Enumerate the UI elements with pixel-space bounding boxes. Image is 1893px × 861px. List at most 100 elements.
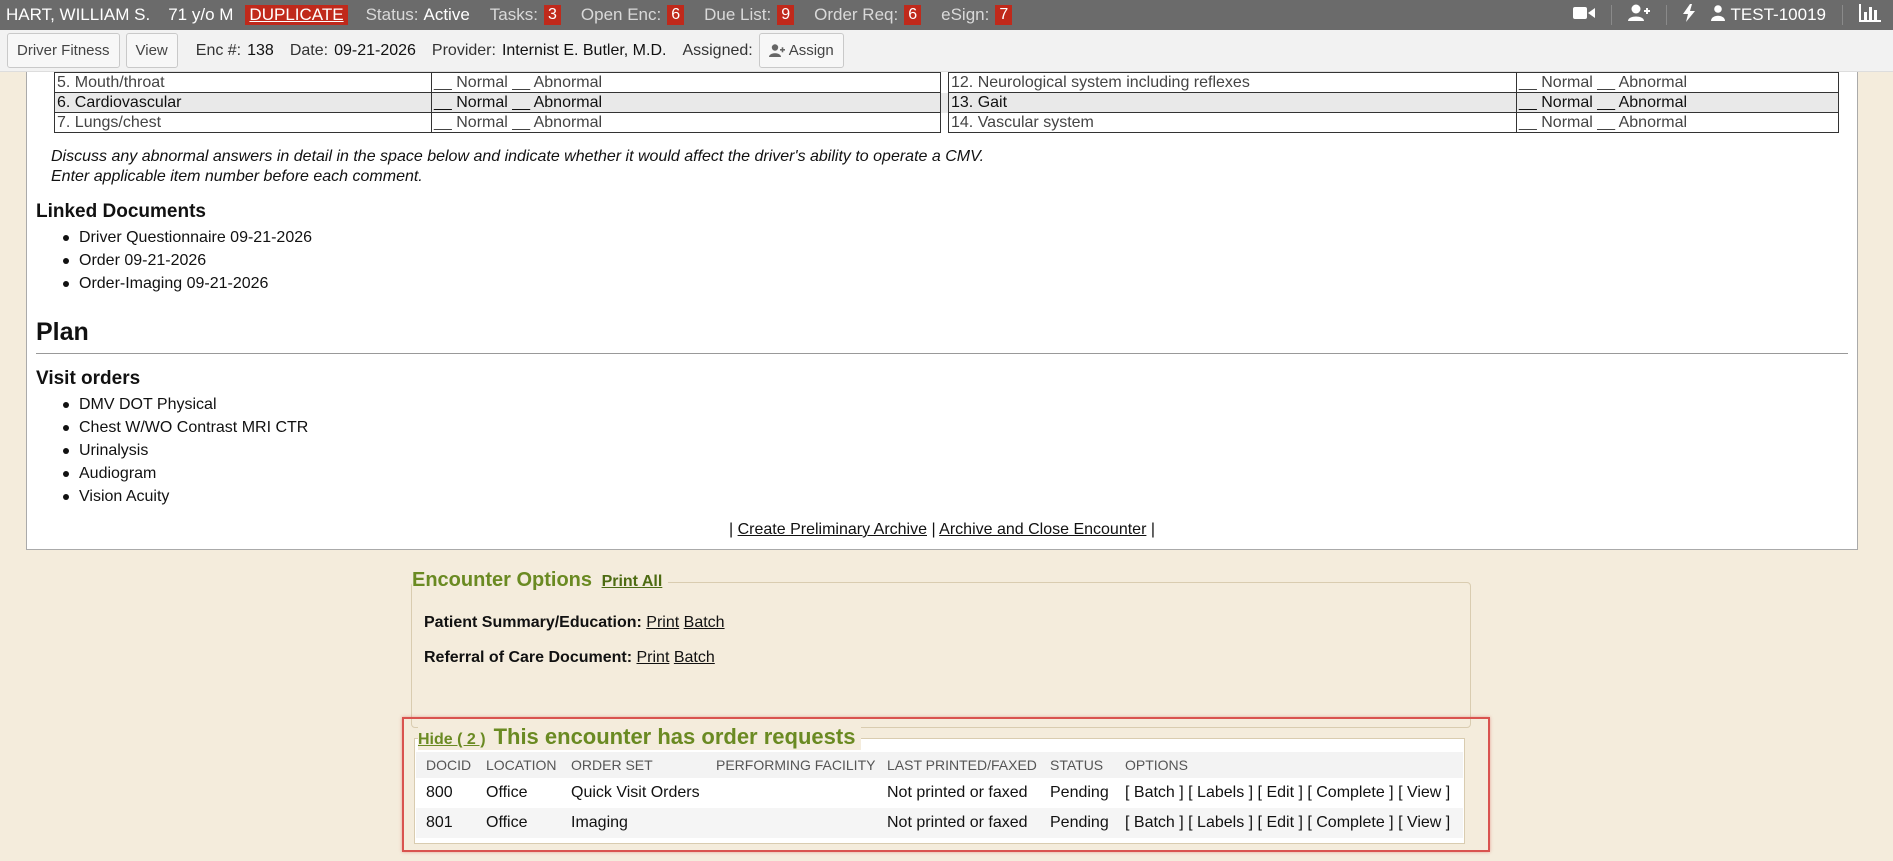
referral-print-link[interactable]: Print bbox=[637, 649, 670, 666]
print-all-link[interactable]: Print All bbox=[602, 573, 663, 590]
view-link[interactable]: [ View ] bbox=[1398, 814, 1450, 831]
encounter-number: Enc #: 138 bbox=[196, 42, 274, 60]
cell-location: Office bbox=[476, 808, 561, 838]
tasks-count-badge: 3 bbox=[543, 5, 561, 25]
encounter-date: Date: 09-21-2026 bbox=[290, 42, 416, 60]
open-enc-link[interactable]: Open Enc: 6 bbox=[580, 5, 685, 25]
table-row: 800 Office Quick Visit Orders Not printe… bbox=[416, 778, 1463, 808]
date-label: Date: bbox=[289, 41, 329, 59]
visit-order-item: Vision Acuity bbox=[36, 485, 308, 508]
view-link[interactable]: [ View ] bbox=[1398, 784, 1450, 801]
encounter-options-title: Encounter Options Print All bbox=[412, 569, 669, 592]
encounter-provider: Provider: Internist E. Butler, M.D. bbox=[432, 42, 667, 60]
column-header-facility: PERFORMING FACILITY bbox=[706, 752, 877, 778]
status-label: Status: bbox=[365, 5, 419, 24]
patient-summary-batch-link[interactable]: Batch bbox=[684, 614, 725, 631]
cell-facility bbox=[706, 778, 877, 808]
status-indicator: Status: Active bbox=[366, 5, 470, 25]
lightning-icon[interactable] bbox=[1682, 3, 1695, 27]
order-requests-heading: This encounter has order requests bbox=[493, 724, 856, 749]
column-gap bbox=[940, 72, 949, 93]
create-preliminary-archive-link[interactable]: Create Preliminary Archive bbox=[738, 521, 927, 538]
provider-value: Internist E. Butler, M.D. bbox=[501, 41, 667, 59]
hide-order-requests-link[interactable]: Hide ( 2 ) bbox=[418, 731, 486, 749]
exam-item: 12. Neurological system including reflex… bbox=[948, 72, 1517, 93]
due-list-label: Due List: bbox=[704, 5, 772, 24]
column-header-options: OPTIONS bbox=[1115, 752, 1463, 778]
plan-divider bbox=[36, 353, 1848, 354]
batch-link[interactable]: [ Batch ] bbox=[1125, 784, 1184, 801]
user-icon bbox=[1710, 4, 1725, 26]
column-gap bbox=[940, 112, 949, 133]
cell-location: Office bbox=[486, 784, 528, 801]
encounter-toolbar: Driver Fitness View Enc #: 138 Date: 09-… bbox=[0, 30, 1893, 72]
open-enc-count-badge: 6 bbox=[667, 5, 685, 25]
discuss-instructions: Discuss any abnormal answers in detail i… bbox=[51, 147, 984, 187]
archive-and-close-link[interactable]: Archive and Close Encounter bbox=[939, 521, 1146, 538]
physical-exam-table: 5. Mouth/throat __ Normal __ Abnormal 12… bbox=[54, 72, 1839, 133]
user-menu[interactable]: TEST-10019 bbox=[1710, 4, 1826, 26]
batch-link[interactable]: [ Batch ] bbox=[1125, 814, 1184, 831]
patient-summary-label: Patient Summary/Education: bbox=[424, 614, 642, 631]
patient-name[interactable]: HART, WILLIAM S. bbox=[6, 5, 150, 25]
visit-order-item: Urinalysis bbox=[36, 439, 308, 462]
cell-last-printed: Not printed or faxed bbox=[877, 808, 1040, 838]
cell-status: Pending bbox=[1040, 808, 1115, 838]
cell-options: [ Batch ] [ Labels ] [ Edit ] [ Complete… bbox=[1115, 778, 1463, 808]
exam-item: 6. Cardiovascular bbox=[54, 92, 432, 113]
cell-options: [ Batch ] [ Labels ] [ Edit ] [ Complete… bbox=[1115, 808, 1463, 838]
discuss-line-2: Enter applicable item number before each… bbox=[51, 168, 423, 185]
column-gap bbox=[940, 92, 949, 113]
enc-value: 138 bbox=[247, 41, 274, 59]
order-req-link[interactable]: Order Req: 6 bbox=[814, 5, 922, 25]
patient-summary-print-link[interactable]: Print bbox=[646, 614, 679, 631]
linked-document-item[interactable]: Driver Questionnaire 09-21-2026 bbox=[36, 226, 312, 249]
linked-documents-heading: Linked Documents bbox=[36, 201, 206, 222]
patient-age-sex: 71 y/o M bbox=[168, 5, 234, 24]
plan-heading: Plan bbox=[36, 318, 89, 346]
encounter-document-panel: 5. Mouth/throat __ Normal __ Abnormal 12… bbox=[26, 72, 1858, 550]
referral-row: Referral of Care Document: Print Batch bbox=[424, 649, 715, 667]
complete-link[interactable]: [ Complete ] bbox=[1307, 784, 1393, 801]
header-actions: TEST-10019 bbox=[1572, 0, 1881, 30]
due-list-link[interactable]: Due List: 9 bbox=[704, 5, 795, 25]
visit-order-item: Chest W/WO Contrast MRI CTR bbox=[36, 416, 308, 439]
order-req-label: Order Req: bbox=[814, 5, 899, 24]
esign-count-badge: 7 bbox=[995, 5, 1013, 25]
view-button[interactable]: View bbox=[125, 33, 178, 68]
patient-header-bar: HART, WILLIAM S. 71 y/o M DUPLICATE Stat… bbox=[0, 0, 1893, 30]
exam-item: 13. Gait bbox=[948, 92, 1517, 113]
exam-result: __ Normal __ Abnormal bbox=[431, 72, 941, 93]
cell-docid: 801 bbox=[416, 808, 476, 838]
linked-document-item[interactable]: Order 09-21-2026 bbox=[36, 249, 312, 272]
complete-link[interactable]: [ Complete ] bbox=[1307, 814, 1393, 831]
encounter-options-heading: Encounter Options bbox=[412, 569, 592, 591]
visit-orders-list: DMV DOT Physical Chest W/WO Contrast MRI… bbox=[36, 393, 308, 508]
divider bbox=[1665, 5, 1667, 25]
driver-fitness-button[interactable]: Driver Fitness bbox=[7, 33, 120, 68]
referral-batch-link[interactable]: Batch bbox=[674, 649, 715, 666]
open-enc-label: Open Enc: bbox=[580, 5, 662, 24]
labels-link[interactable]: [ Labels ] bbox=[1188, 784, 1253, 801]
user-id: TEST-10019 bbox=[1730, 5, 1826, 24]
order-requests-table: DOCID LOCATION ORDER SET PERFORMING FACI… bbox=[416, 752, 1463, 838]
labels-link[interactable]: [ Labels ] bbox=[1188, 814, 1253, 831]
video-camera-icon[interactable] bbox=[1572, 5, 1595, 25]
add-user-icon[interactable] bbox=[1627, 4, 1650, 27]
edit-link[interactable]: [ Edit ] bbox=[1258, 814, 1303, 831]
column-header-location: LOCATION bbox=[476, 752, 561, 778]
esign-link[interactable]: eSign: 7 bbox=[941, 5, 1013, 25]
tasks-label: Tasks: bbox=[489, 5, 538, 24]
tasks-link[interactable]: Tasks: 3 bbox=[490, 5, 561, 25]
bar-chart-icon[interactable] bbox=[1859, 3, 1881, 27]
exam-result: __ Normal __ Abnormal bbox=[431, 112, 941, 133]
edit-link[interactable]: [ Edit ] bbox=[1258, 784, 1303, 801]
duplicate-badge[interactable]: DUPLICATE bbox=[245, 5, 348, 25]
discuss-line-1: Discuss any abnormal answers in detail i… bbox=[51, 148, 985, 165]
linked-document-item[interactable]: Order-Imaging 09-21-2026 bbox=[36, 272, 312, 295]
assigned-label: Assigned: bbox=[682, 41, 753, 59]
visit-order-item: Audiogram bbox=[36, 462, 308, 485]
column-header-order-set: ORDER SET bbox=[561, 752, 706, 778]
assign-button[interactable]: Assign bbox=[758, 33, 844, 68]
exam-row: 6. Cardiovascular __ Normal __ Abnormal … bbox=[54, 92, 1839, 113]
